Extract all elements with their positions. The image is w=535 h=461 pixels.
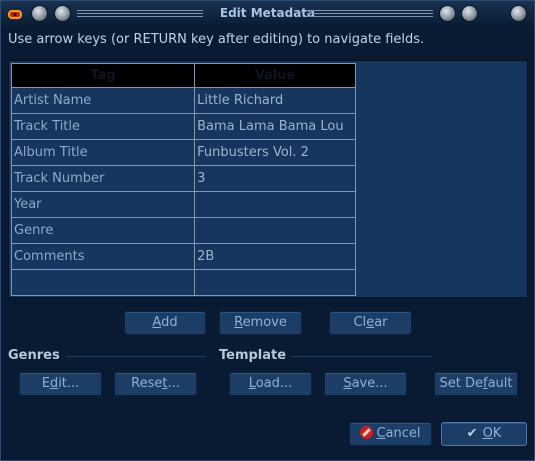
add-label-post: dd bbox=[161, 315, 178, 330]
set-default-button[interactable]: Set Default bbox=[434, 372, 518, 396]
ok-label-post: K bbox=[492, 426, 502, 441]
genres-edit-button[interactable]: Edit... bbox=[19, 372, 102, 396]
title-bar: Edit Metadata bbox=[1, 1, 534, 27]
cancel-label-post: ancel bbox=[385, 426, 421, 441]
table-row: Track Number 3 bbox=[10, 165, 356, 192]
cancel-icon bbox=[360, 426, 374, 439]
tag-cell[interactable]: Comments bbox=[10, 243, 196, 270]
value-cell[interactable] bbox=[194, 217, 356, 244]
template-save-label-post: ave... bbox=[351, 376, 388, 391]
add-label-accel: A bbox=[152, 315, 162, 330]
table-row: Comments 2B bbox=[10, 243, 356, 270]
cancel-label-accel: C bbox=[376, 426, 386, 441]
genres-edit-label-pre: E bbox=[41, 376, 50, 391]
genres-section-label: Genres bbox=[8, 348, 60, 363]
clear-label-post: ar bbox=[374, 315, 388, 330]
remove-label-accel: R bbox=[234, 315, 243, 330]
template-load-button[interactable]: Load... bbox=[229, 372, 312, 396]
tag-cell[interactable]: Artist Name bbox=[10, 87, 196, 114]
edit-metadata-window: Edit Metadata Use arrow keys (or RETURN … bbox=[0, 0, 535, 461]
genres-edit-label-post: it... bbox=[58, 376, 80, 391]
set-default-label-post: ault bbox=[487, 376, 513, 391]
tag-cell[interactable]: Year bbox=[10, 191, 196, 218]
cancel-button[interactable]: Cancel bbox=[349, 422, 432, 446]
genres-reset-label-pre: Rese bbox=[131, 376, 163, 391]
ok-label-accel: O bbox=[482, 426, 493, 441]
table-row: Artist Name Little Richard bbox=[10, 87, 356, 114]
clear-label-pre: Cl bbox=[353, 315, 367, 330]
tag-cell[interactable]: Track Number bbox=[10, 165, 196, 192]
remove-button[interactable]: Remove bbox=[219, 311, 302, 335]
template-load-label-post: oad... bbox=[255, 376, 293, 391]
table-row bbox=[10, 269, 356, 296]
clear-label-accel: e bbox=[366, 315, 375, 330]
table-row: Album Title Funbusters Vol. 2 bbox=[10, 139, 356, 166]
add-button[interactable]: Add bbox=[124, 311, 206, 335]
maximize-button[interactable] bbox=[461, 5, 478, 22]
value-column-header[interactable]: Value bbox=[194, 63, 356, 88]
tag-cell[interactable]: Track Title bbox=[10, 113, 196, 140]
table-row: Year bbox=[10, 191, 356, 218]
template-section-label: Template bbox=[219, 348, 287, 363]
clear-button[interactable]: Clear bbox=[329, 311, 412, 335]
template-load-label-accel: L bbox=[248, 376, 256, 391]
close-button[interactable] bbox=[510, 5, 527, 22]
minimize-button[interactable] bbox=[439, 5, 456, 22]
template-divider bbox=[292, 356, 432, 357]
metadata-grid[interactable]: Tag Value Artist Name Little Richard Tra… bbox=[8, 60, 528, 298]
instructions-text: Use arrow keys (or RETURN key after edit… bbox=[8, 32, 425, 47]
value-cell[interactable]: Bama Lama Bama Lou bbox=[194, 113, 356, 140]
metadata-table: Tag Value Artist Name Little Richard Tra… bbox=[10, 63, 356, 296]
remove-label-post: emove bbox=[242, 315, 287, 330]
checkmark-icon: ✔ bbox=[466, 426, 478, 441]
genres-divider bbox=[67, 356, 205, 357]
genres-edit-label-accel: d bbox=[49, 376, 59, 391]
genres-reset-button[interactable]: Reset... bbox=[114, 372, 197, 396]
table-row: Track Title Bama Lama Bama Lou bbox=[10, 113, 356, 140]
value-cell[interactable] bbox=[194, 269, 356, 296]
template-save-label-accel: S bbox=[343, 376, 352, 391]
table-header-row: Tag Value bbox=[10, 63, 356, 88]
title-stripes-right bbox=[307, 10, 433, 19]
value-cell[interactable]: 2B bbox=[194, 243, 356, 270]
value-cell[interactable]: Little Richard bbox=[194, 87, 356, 114]
tag-column-header[interactable]: Tag bbox=[10, 63, 196, 88]
genres-reset-label-post: ... bbox=[167, 376, 180, 391]
tag-cell[interactable]: Album Title bbox=[10, 139, 196, 166]
set-default-label-pre: Set De bbox=[439, 376, 484, 391]
tag-cell[interactable]: Genre bbox=[10, 217, 196, 244]
template-save-button[interactable]: Save... bbox=[324, 372, 407, 396]
tag-cell[interactable] bbox=[10, 269, 196, 296]
value-cell[interactable] bbox=[194, 191, 356, 218]
ok-button[interactable]: ✔ OK bbox=[441, 422, 527, 446]
value-cell[interactable]: Funbusters Vol. 2 bbox=[194, 139, 356, 166]
value-cell[interactable]: 3 bbox=[194, 165, 356, 192]
table-row: Genre bbox=[10, 217, 356, 244]
